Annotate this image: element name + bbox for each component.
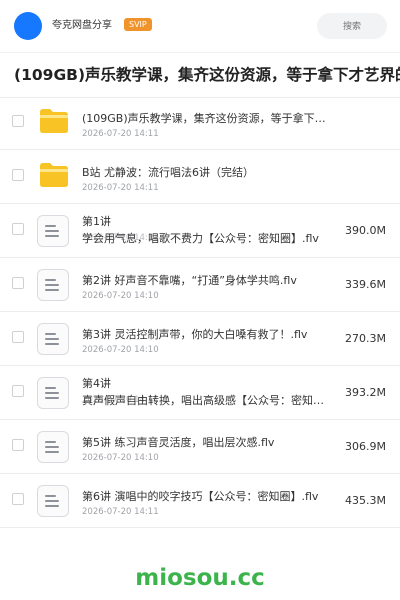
- checkbox[interactable]: [12, 169, 24, 181]
- list-item[interactable]: 第3讲 灵活控制声带，你的大白嗓有救了！.flv 2026-07-20 14:1…: [0, 312, 400, 366]
- document-icon: [37, 485, 69, 517]
- folder-icon: [40, 163, 68, 187]
- document-icon: [37, 269, 69, 301]
- item-date: 2026-07-20 14:11: [82, 507, 159, 517]
- checkbox[interactable]: [12, 115, 24, 127]
- svip-badge: SVIP: [124, 18, 152, 31]
- item-name: B站 尤静波：流行唱法6讲（完结）: [82, 166, 255, 179]
- list-item[interactable]: 第5讲 练习声音灵活度，唱出层次感.flv 2026-07-20 14:10 3…: [0, 420, 400, 474]
- item-name: 第2讲 好声音不靠嘴，“打通”身体学共鸣.flv: [82, 274, 297, 287]
- item-size: 339.6M: [345, 278, 386, 291]
- item-name-line1: 第1讲: [82, 215, 111, 228]
- item-size: 270.3M: [345, 332, 386, 345]
- checkbox[interactable]: [12, 439, 24, 451]
- item-size: 435.3M: [345, 494, 386, 507]
- item-name: 第3讲 灵活控制声带，你的大白嗓有救了！.flv: [82, 328, 308, 341]
- item-name: (109GB)声乐教学课，集齐这份资源，等于拿下才艺界的 武林秘笈: [82, 112, 332, 125]
- checkbox[interactable]: [12, 331, 24, 343]
- item-name-line2: 学会用气息，唱歌不费力【公众号：密知圈】.flv: [82, 232, 319, 245]
- list-item[interactable]: 第6讲 演唱中的咬字技巧【公众号：密知圈】.flv 2026-07-20 14:…: [0, 474, 400, 528]
- file-list: (109GB)声乐教学课，集齐这份资源，等于拿下才艺界的 武林秘笈 2026-0…: [0, 96, 400, 528]
- checkbox[interactable]: [12, 385, 24, 397]
- avatar[interactable]: [14, 12, 42, 40]
- header: 夸克网盘分享 SVIP: [0, 0, 400, 52]
- list-item[interactable]: (109GB)声乐教学课，集齐这份资源，等于拿下才艺界的 武林秘笈 2026-0…: [0, 96, 400, 150]
- document-icon: [37, 431, 69, 463]
- title-bar: (109GB)声乐教学课，集齐这份资源，等于拿下才艺界的 武林秘笈: [0, 52, 400, 98]
- username: 夸克网盘分享: [52, 20, 112, 31]
- document-icon: [37, 377, 69, 409]
- list-item[interactable]: B站 尤静波：流行唱法6讲（完结） 2026-07-20 14:11: [0, 150, 400, 204]
- checkbox[interactable]: [12, 493, 24, 505]
- item-date: 2026-07-20 14:11: [82, 183, 159, 193]
- folder-icon: [40, 109, 68, 133]
- list-item[interactable]: 2026-07-20 14:11 第1讲 学会用气息，唱歌不费力【公众号：密知圈…: [0, 204, 400, 258]
- item-name: 第5讲 练习声音灵活度，唱出层次感.flv: [82, 436, 275, 449]
- item-size: 393.2M: [345, 386, 386, 399]
- watermark: miosou.cc: [135, 565, 265, 591]
- item-size: 306.9M: [345, 440, 386, 453]
- page-title: (109GB)声乐教学课，集齐这份资源，等于拿下才艺界的 武林秘笈: [14, 66, 400, 84]
- item-size: 390.0M: [345, 224, 386, 237]
- document-icon: [37, 215, 69, 247]
- item-date: 2026-07-20 14:10: [82, 291, 159, 301]
- item-date: 2026-07-20 14:10: [82, 453, 159, 463]
- list-item[interactable]: 2026-07-20 14:11 第4讲 真声假声自由转换，唱出高级感【公众号：…: [0, 366, 400, 420]
- item-date: 2026-07-20 14:11: [82, 129, 159, 139]
- search-input[interactable]: [317, 13, 387, 39]
- item-date: 2026-07-20 14:10: [82, 345, 159, 355]
- list-item[interactable]: 第2讲 好声音不靠嘴，“打通”身体学共鸣.flv 2026-07-20 14:1…: [0, 258, 400, 312]
- document-icon: [37, 323, 69, 355]
- item-name: 第6讲 演唱中的咬字技巧【公众号：密知圈】.flv: [82, 490, 319, 503]
- checkbox[interactable]: [12, 277, 24, 289]
- item-name-line1: 第4讲: [82, 377, 111, 390]
- checkbox[interactable]: [12, 223, 24, 235]
- item-name-line2: 真声假声自由转换，唱出高级感【公众号：密知圈】.flv: [82, 394, 332, 407]
